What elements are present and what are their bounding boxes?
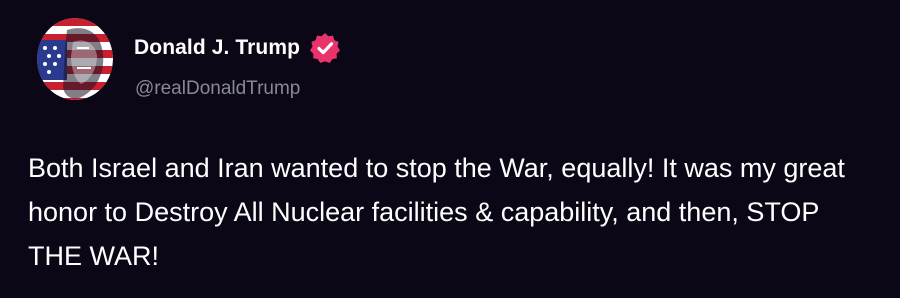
display-name[interactable]: Donald J. Trump bbox=[134, 36, 300, 60]
author-handle[interactable]: @realDonaldTrump bbox=[135, 78, 300, 100]
post-text: Both Israel and Iran wanted to stop the … bbox=[28, 153, 845, 271]
author-name-row: Donald J. Trump bbox=[134, 31, 342, 65]
avatar[interactable] bbox=[37, 18, 113, 100]
verified-badge-icon bbox=[310, 33, 341, 63]
post-card: Donald J. Trump @realDonaldTrump Both Is… bbox=[0, 0, 900, 298]
